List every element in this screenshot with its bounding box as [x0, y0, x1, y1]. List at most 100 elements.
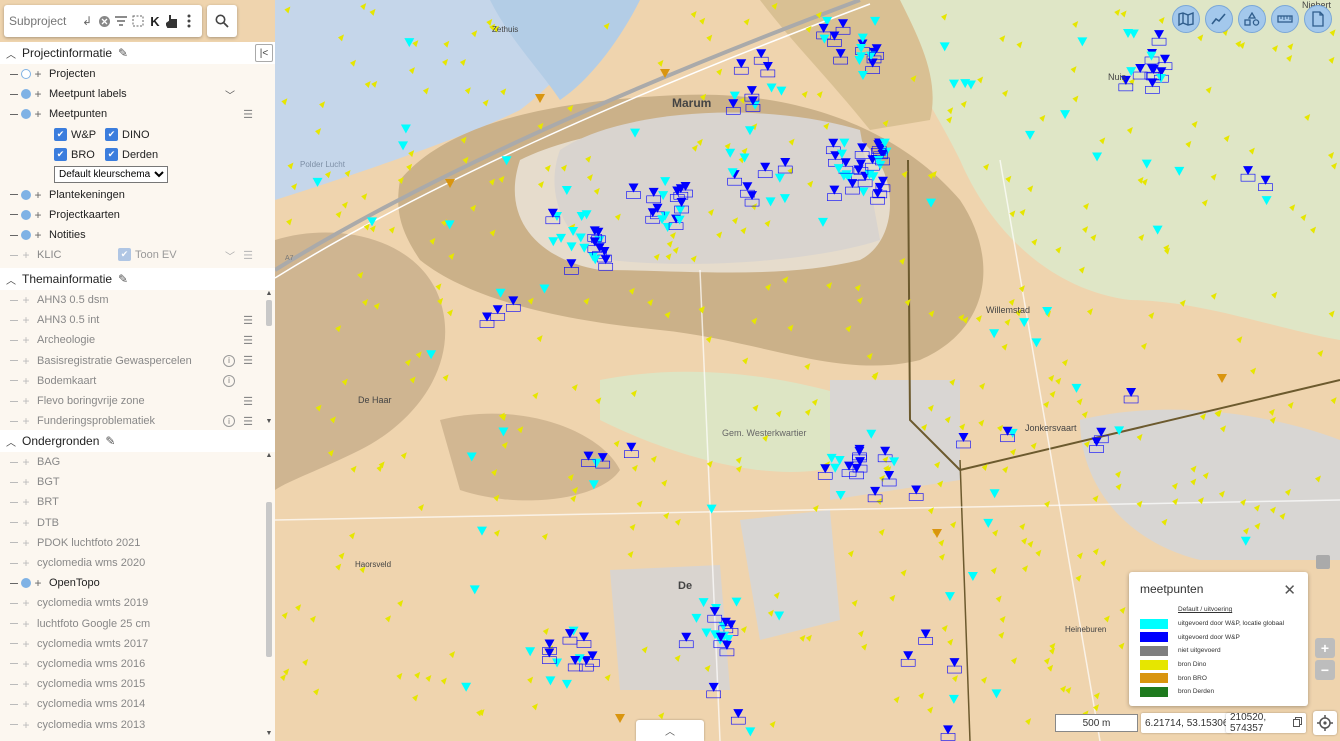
layer-notities[interactable]: + Notities [0, 225, 275, 245]
layer-pdok-2021[interactable]: + PDOK luchtfoto 2021 [0, 533, 275, 553]
scroll-up-icon[interactable]: ▲ [265, 452, 273, 459]
section-themainformatie[interactable]: ︿ Themainformatie ✎ [0, 268, 275, 290]
legend-lines-icon[interactable]: ☰ [243, 395, 253, 408]
map-tool-button[interactable] [1172, 5, 1200, 33]
pencil-icon[interactable]: ✎ [118, 272, 128, 286]
map-scroll-handle[interactable] [1316, 555, 1330, 569]
k-button[interactable]: K [148, 13, 162, 29]
checkbox-derden[interactable]: ✔ [105, 148, 118, 162]
layer-bgt[interactable]: + BGT [0, 472, 275, 492]
layer-opentopo[interactable]: + OpenTopo [0, 573, 275, 593]
plus-icon[interactable]: + [21, 354, 31, 368]
plus-icon[interactable]: + [21, 596, 31, 610]
layer-brt[interactable]: + BRT [0, 492, 275, 512]
close-icon[interactable]: ✕ [1283, 581, 1296, 599]
plus-icon[interactable]: + [33, 576, 43, 590]
plus-icon[interactable]: + [21, 394, 31, 408]
layer-cyclomedia-2019[interactable]: + cyclomedia wmts 2019 [0, 593, 275, 613]
visibility-dot-icon[interactable] [21, 69, 31, 80]
plus-icon[interactable]: + [21, 414, 31, 428]
scroll-down-icon[interactable]: ▼ [265, 730, 273, 737]
plus-icon[interactable]: + [21, 475, 31, 489]
copy-icon[interactable] [1293, 716, 1302, 730]
plus-icon[interactable]: + [33, 67, 43, 81]
section-projectinformatie[interactable]: ︿ Projectinformatie ✎ |< [0, 42, 275, 64]
plus-icon[interactable]: + [21, 556, 31, 570]
layer-meetpunten[interactable]: + Meetpunten ☰ [0, 104, 275, 124]
filter-list-icon[interactable] [114, 13, 128, 29]
color-scheme-select[interactable]: Default kleurschema [54, 166, 168, 184]
subproject-search-input[interactable] [9, 14, 77, 28]
visibility-dot-icon[interactable] [21, 109, 31, 120]
plus-icon[interactable]: + [21, 637, 31, 651]
legend-lines-icon[interactable]: ☰ [243, 249, 253, 262]
plus-icon[interactable]: + [21, 333, 31, 347]
section-ondergronden[interactable]: ︿ Ondergronden ✎ [0, 430, 275, 452]
info-icon[interactable]: i [223, 415, 235, 428]
layer-gewaspercelen[interactable]: + Basisregistratie Gewaspercelen i ☰ [0, 351, 275, 371]
legend-lines-icon[interactable]: ☰ [243, 415, 253, 428]
layer-cyclomedia-2015[interactable]: + cyclomedia wms 2015 [0, 674, 275, 694]
scroll-up-icon[interactable]: ▲ [265, 290, 273, 297]
visibility-dot-icon[interactable] [21, 189, 31, 200]
plus-icon[interactable]: + [21, 697, 31, 711]
search-button[interactable] [207, 5, 237, 37]
enter-icon[interactable]: ↲ [80, 13, 94, 29]
document-tool-button[interactable] [1304, 5, 1332, 33]
plus-icon[interactable]: + [33, 87, 43, 101]
layer-ahn3-int[interactable]: + AHN3 0.5 int ☰ [0, 310, 275, 330]
checkbox-wp[interactable]: ✔ [54, 128, 67, 142]
plus-icon[interactable]: + [21, 313, 31, 327]
layer-cyclomedia-2014[interactable]: + cyclomedia wms 2014 [0, 694, 275, 714]
pencil-icon[interactable]: ✎ [118, 46, 128, 60]
plus-icon[interactable]: + [21, 677, 31, 691]
scroll-thumb[interactable] [266, 502, 272, 657]
visibility-dot-icon[interactable] [21, 209, 31, 220]
zoom-in-button[interactable]: + [1315, 638, 1335, 658]
select-area-icon[interactable] [131, 13, 145, 29]
visibility-dot-icon[interactable] [21, 578, 31, 589]
plus-icon[interactable]: + [21, 516, 31, 530]
chevron-up-icon[interactable]: ︿ [6, 46, 18, 61]
layer-flevo[interactable]: + Flevo boringvrije zone ☰ [0, 391, 275, 411]
legend-lines-icon[interactable]: ☰ [243, 314, 253, 327]
plus-icon[interactable]: + [21, 495, 31, 509]
plus-icon[interactable]: + [21, 718, 31, 732]
shapes-tool-button[interactable] [1238, 5, 1266, 33]
layer-google-25cm[interactable]: + luchtfoto Google 25 cm [0, 614, 275, 634]
more-vertical-icon[interactable] [182, 13, 196, 29]
locate-button[interactable] [1313, 711, 1337, 735]
layer-projecten[interactable]: + Projecten [0, 64, 275, 84]
layer-cyclomedia-2017[interactable]: + cyclomedia wmts 2017 [0, 634, 275, 654]
info-icon[interactable]: i [223, 354, 235, 367]
chevron-down-icon[interactable]: ﹀ [225, 248, 235, 263]
pencil-icon[interactable]: ✎ [105, 434, 115, 448]
visibility-dot-icon[interactable] [21, 230, 31, 241]
clear-icon[interactable] [97, 13, 111, 29]
plus-icon[interactable]: + [21, 455, 31, 469]
checkbox-toon-ev[interactable]: ✔ [118, 248, 131, 262]
legend-lines-icon[interactable]: ☰ [243, 334, 253, 347]
scroll-thumb[interactable] [266, 300, 272, 326]
layer-funderingsproblematiek[interactable]: + Funderingsproblematiek i ☰ [0, 411, 275, 430]
layer-meetpunt-labels[interactable]: + Meetpunt labels ﹀ [0, 84, 275, 104]
layer-cyclomedia-2016[interactable]: + cyclomedia wms 2016 [0, 654, 275, 674]
checkbox-bro[interactable]: ✔ [54, 148, 67, 162]
measure-tool-button[interactable] [1271, 5, 1299, 33]
themainfo-scrollbar[interactable]: ▲ ▼ [265, 290, 273, 430]
projectinfo-scrollbar[interactable] [265, 64, 273, 268]
hand-pointer-icon[interactable] [165, 13, 179, 29]
visibility-dot-icon[interactable] [21, 89, 31, 100]
zoom-out-button[interactable]: − [1315, 660, 1335, 680]
layer-archeologie[interactable]: + Archeologie ☰ [0, 330, 275, 350]
scroll-down-icon[interactable]: ▼ [265, 418, 273, 425]
layer-bag[interactable]: + BAG [0, 452, 275, 472]
collapse-panel-button[interactable]: |< [255, 44, 273, 62]
info-icon[interactable]: i [223, 374, 235, 387]
chevron-up-icon[interactable]: ︿ [6, 434, 18, 449]
bottom-panel-toggle[interactable]: ︿ [636, 720, 704, 741]
layer-cyclomedia-2020[interactable]: + cyclomedia wms 2020 [0, 553, 275, 573]
profile-tool-button[interactable] [1205, 5, 1233, 33]
legend-lines-icon[interactable]: ☰ [243, 108, 253, 121]
layer-plantekeningen[interactable]: + Plantekeningen [0, 185, 275, 205]
